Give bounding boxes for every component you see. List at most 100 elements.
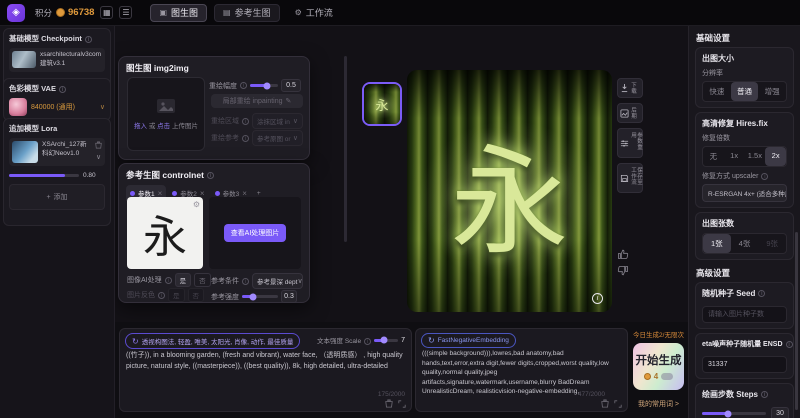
canvas-scrollbar[interactable] <box>344 56 347 242</box>
positive-preset-pill[interactable]: 透视构图法, 轻盈, 唯美, 太阳光, 肖像, 动作, 最佳质量 <box>125 333 300 349</box>
hires-title: 高清修复 Hires.fix <box>702 118 787 129</box>
trash-icon[interactable] <box>601 399 609 408</box>
vae-value: 840000 (通用) <box>31 102 96 112</box>
menu-icon[interactable]: ☰ <box>119 6 132 19</box>
ai-process-label: 图像AI处理 <box>127 275 172 285</box>
favorite-prompts-link[interactable]: 我的常用词 > <box>633 399 684 409</box>
download-button[interactable]: 下载 <box>617 78 643 98</box>
vae-selector[interactable]: 840000 (通用) <box>9 98 105 116</box>
batch-4[interactable]: 4张 <box>731 234 759 253</box>
strength-value[interactable]: 0.3 <box>281 290 297 303</box>
batch-title: 出图张数 <box>702 218 787 229</box>
reference-glyph: 永 <box>143 201 187 265</box>
condition-row: 参考条件 参考景深 dept <box>211 273 303 289</box>
ai-process-no-button[interactable]: 否 <box>194 273 211 287</box>
batch-9[interactable]: 9张 <box>758 234 786 253</box>
mask-ref-dropdown[interactable]: 参考原图 or <box>252 130 303 146</box>
scale-slider[interactable] <box>374 339 398 342</box>
ai-process-yes-button[interactable]: 是 <box>175 273 192 287</box>
tab-workflow[interactable]: ⚙ 工作流 <box>287 4 341 22</box>
points-value: 96738 <box>68 7 94 18</box>
save-to-workflow-button[interactable]: 保存至工作流 <box>617 163 643 193</box>
tab-controlnet[interactable]: ▤ 参考生图 <box>214 4 280 22</box>
size-card: 出图大小 分辨率 快速 普通 增强 <box>695 47 794 108</box>
mask-area-dropdown[interactable]: 涂抹区域 in <box>252 113 303 129</box>
daily-quota: 今日生成2/无限次 <box>633 329 684 339</box>
checkpoint-card[interactable]: xsarchitecturalv3com建筑v3.1 <box>9 48 105 72</box>
feedback-buttons <box>617 248 629 277</box>
mask-area-label: 重绘区域 <box>211 116 249 126</box>
positive-prompt-text[interactable]: ((竹子)), in a blooming garden, (fresh and… <box>126 351 405 393</box>
thumbs-down-icon[interactable] <box>617 265 629 277</box>
result-glyph: 永 <box>450 106 568 277</box>
image-upload-dropzone[interactable]: 拖入 或 点击 上传图片 <box>127 77 205 151</box>
invert-yes-button[interactable]: 是 <box>168 288 185 302</box>
hires-1x[interactable]: 1x <box>724 147 745 166</box>
chevron-down-icon[interactable] <box>96 153 101 161</box>
negative-prompt-panel: FastNegativeEmbedding (((simple backgrou… <box>415 328 628 412</box>
steps-value[interactable]: 30 <box>771 407 789 418</box>
add-lora-button[interactable]: 添加 <box>9 184 105 210</box>
result-thumbnail[interactable]: 永 <box>362 82 402 126</box>
upscaler-dropdown[interactable]: R-ESRGAN 4x+ (适合多种风 <box>702 184 787 202</box>
denoise-slider[interactable] <box>250 84 278 87</box>
positive-char-counter: 175/2000 <box>378 391 405 398</box>
hires-2x[interactable]: 2x <box>765 147 786 166</box>
controlnet-tab-icon: ▤ <box>223 8 231 17</box>
controlnet-reference-image[interactable]: 永 <box>127 197 203 269</box>
info-icon <box>242 278 249 285</box>
info-icon <box>761 173 768 180</box>
lora-weight-slider[interactable] <box>9 174 79 177</box>
size-title: 出图大小 <box>702 53 787 64</box>
positive-prompt-actions <box>385 399 406 408</box>
thumbs-up-icon[interactable] <box>617 248 629 260</box>
inpainting-button[interactable]: 局部重绘 inpainting <box>211 94 303 108</box>
hires-none[interactable]: 无 <box>703 147 724 166</box>
resolution-normal[interactable]: 普通 <box>731 82 759 101</box>
grid-view-icon[interactable]: ▦ <box>100 6 113 19</box>
hires-1-5x[interactable]: 1.5x <box>745 147 766 166</box>
condition-dropdown[interactable]: 参考景深 dept <box>252 273 303 289</box>
reuse-params-button[interactable]: 参数重用 <box>617 128 643 158</box>
app-logo-icon[interactable] <box>7 4 25 22</box>
ensd-input[interactable] <box>702 356 787 373</box>
post-edit-button[interactable]: 后期 <box>617 103 643 123</box>
resolution-fast[interactable]: 快速 <box>703 82 731 101</box>
resolution-enhanced[interactable]: 增强 <box>758 82 786 101</box>
expand-icon[interactable] <box>398 400 406 408</box>
strength-row: 参考强度 0.3 <box>211 290 303 303</box>
trash-icon[interactable] <box>385 399 393 408</box>
negative-preset-pill[interactable]: FastNegativeEmbedding <box>421 333 516 348</box>
strength-slider[interactable] <box>242 295 278 298</box>
lora-thumbnail <box>12 141 38 163</box>
left-sidebar: 基础模型 Checkpoint xsarchitecturalv3com建筑v3… <box>0 26 115 418</box>
lora-weight-value[interactable]: 0.80 <box>83 172 96 179</box>
gear-icon[interactable] <box>193 200 200 209</box>
lora-card[interactable]: XSArchi_127新科幻Neov1.0 <box>9 138 105 166</box>
negative-prompt-actions <box>601 399 622 408</box>
tab-img2img[interactable]: ▣ 图生图 <box>150 4 207 22</box>
top-bar: 积分 96738 ▦ ☰ ▣ 图生图 ▤ 参考生图 ⚙ 工作流 <box>0 0 800 26</box>
generate-button[interactable]: 开始生成 4 <box>633 343 684 390</box>
scale-value[interactable]: 7 <box>401 337 405 344</box>
result-image[interactable]: 永 <box>407 70 612 312</box>
refresh-icon <box>132 337 139 346</box>
seed-input[interactable] <box>702 306 787 323</box>
view-ai-image-button[interactable]: 查看AI处理图片 <box>224 224 287 242</box>
negative-char-counter: 477/2000 <box>578 391 605 398</box>
toggle-pill-icon <box>661 373 673 380</box>
trash-icon[interactable] <box>95 141 102 149</box>
seed-card: 随机种子 Seed <box>695 282 794 329</box>
image-info-icon[interactable] <box>592 293 603 304</box>
sliders-icon <box>620 139 629 148</box>
points-label: 积分 <box>35 7 52 19</box>
scale-row: 文本强度 Scale 7 <box>317 335 405 345</box>
batch-1[interactable]: 1张 <box>703 234 731 253</box>
expand-icon[interactable] <box>614 400 622 408</box>
sidebar-scrollbar[interactable] <box>795 232 798 410</box>
scale-label: 文本强度 Scale <box>317 335 371 345</box>
resolution-options: 快速 普通 增强 <box>702 81 787 102</box>
denoise-value[interactable]: 0.5 <box>281 79 301 92</box>
invert-no-button[interactable]: 否 <box>188 288 205 302</box>
steps-slider[interactable] <box>702 412 766 415</box>
